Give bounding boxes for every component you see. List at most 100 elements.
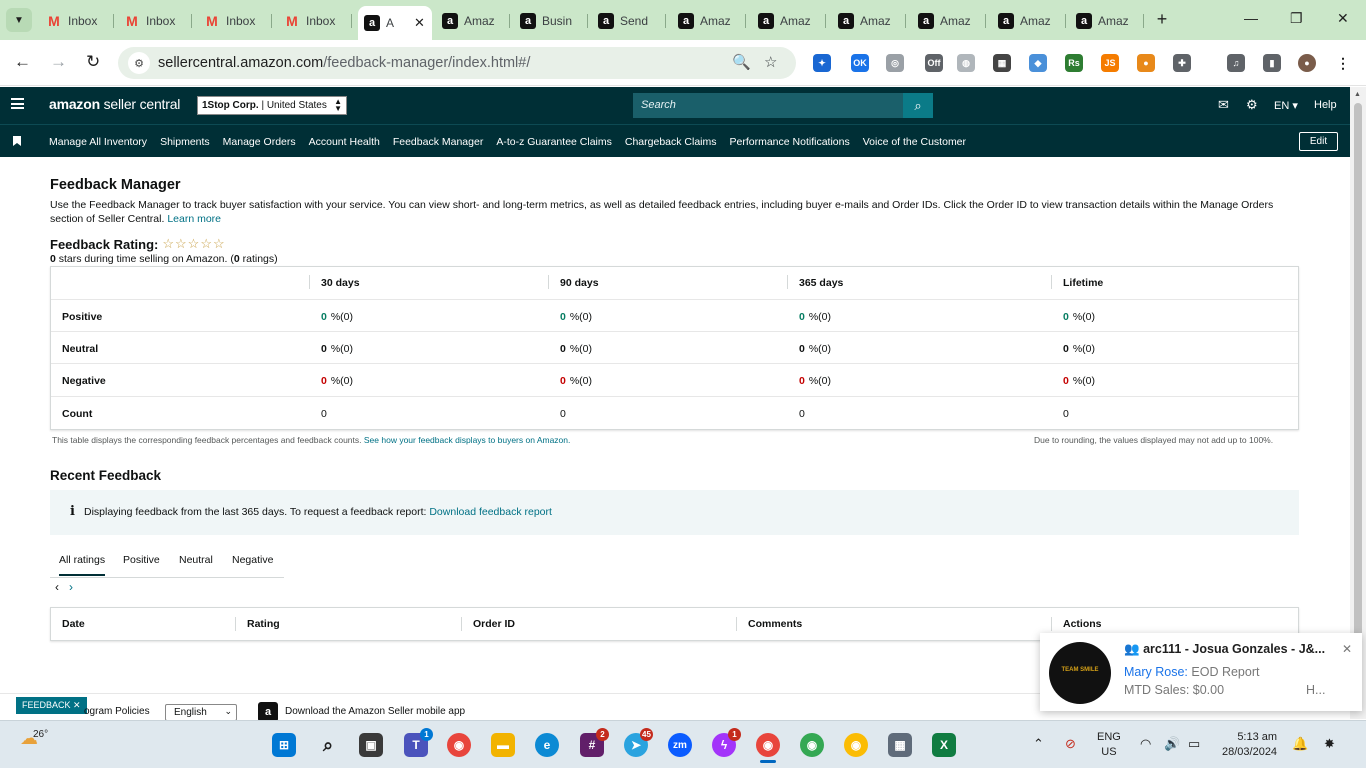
prev-page-icon[interactable]: ‹ — [55, 580, 59, 594]
media-control-icon[interactable]: ♫ — [1227, 54, 1245, 72]
mobile-app-link[interactable]: Download the Amazon Seller mobile app — [285, 706, 465, 717]
search-icon[interactable]: ⌕ — [316, 733, 340, 757]
browser-tab[interactable]: a Amaz — [992, 8, 1066, 34]
calculator-icon[interactable]: ▦ — [888, 733, 912, 757]
url-text[interactable]: sellercentral.amazon.com/feedback-manage… — [158, 55, 530, 71]
help-link[interactable]: Help — [1314, 99, 1337, 111]
edit-nav-button[interactable]: Edit — [1299, 132, 1338, 151]
mail-icon[interactable]: ✉ — [1218, 97, 1229, 113]
extensions-puzzle-icon[interactable]: ✚ — [1173, 54, 1191, 72]
browser-tab[interactable]: a Amaz — [912, 8, 986, 34]
extension-off-icon[interactable]: Off — [925, 54, 943, 72]
slack-icon[interactable]: #2 — [580, 728, 609, 757]
feedback-display-link[interactable]: See how your feedback displays to buyers… — [364, 435, 570, 445]
nav-link[interactable]: Chargeback Claims — [625, 136, 717, 148]
zoom-icon[interactable]: zm — [668, 733, 692, 757]
telegram-icon[interactable]: ➤ 45 — [624, 728, 653, 757]
learn-more-link[interactable]: Learn more — [167, 213, 221, 225]
extension-rs-icon[interactable]: Rs — [1065, 54, 1083, 72]
close-icon[interactable]: ✕ — [73, 700, 81, 710]
extension-globe-icon[interactable]: ◍ — [957, 54, 975, 72]
nav-link[interactable]: A-to-z Guarantee Claims — [496, 136, 612, 148]
seller-central-logo[interactable]: amazon seller central — [49, 96, 180, 112]
nav-link[interactable]: Voice of the Customer — [863, 136, 966, 148]
profile-avatar[interactable]: ● — [1298, 54, 1316, 72]
scroll-thumb[interactable] — [1354, 103, 1362, 703]
browser-tab[interactable]: M Inbox — [278, 8, 352, 34]
program-policies-link[interactable]: ogram Policies — [84, 706, 150, 717]
nav-link[interactable]: Manage All Inventory — [49, 136, 147, 148]
excel-icon[interactable]: X — [932, 733, 956, 757]
rating-tab[interactable]: Positive — [123, 554, 160, 566]
chrome-profile-icon[interactable]: ◉ — [756, 733, 780, 757]
browser-tab[interactable]: a Amaz — [752, 8, 826, 34]
site-info-icon[interactable]: ⚙ — [128, 52, 150, 74]
rating-tab[interactable]: All ratings — [59, 554, 106, 576]
new-tab-button[interactable]: + — [1152, 10, 1172, 30]
browser-tab[interactable]: M Inbox — [118, 8, 192, 34]
system-clock[interactable]: 5:13 am 28/03/2024 — [1222, 730, 1277, 760]
browser-tab[interactable]: a Amaz — [832, 8, 906, 34]
language-selector[interactable]: EN ▾ — [1274, 99, 1298, 112]
copilot-icon[interactable]: ✸ — [1324, 736, 1335, 752]
minimize-icon[interactable]: — — [1244, 10, 1258, 26]
extension-ok-icon[interactable]: OK — [851, 54, 869, 72]
extension-icon[interactable]: ◆ — [1029, 54, 1047, 72]
notifications-bell-icon[interactable]: 🔔 — [1292, 736, 1308, 752]
scroll-up-icon[interactable]: ▲ — [1354, 91, 1361, 98]
language-select[interactable]: English ⌄ — [165, 704, 237, 721]
show-hidden-icons[interactable]: ⌃ — [1033, 736, 1044, 752]
feedback-tab-button[interactable]: FEEDBACK ✕ — [16, 697, 87, 714]
extension-js-icon[interactable]: JS — [1101, 54, 1119, 72]
restore-icon[interactable]: ❐ — [1290, 10, 1303, 27]
messenger-icon[interactable]: ϟ1 — [712, 728, 741, 757]
close-icon[interactable]: ✕ — [1342, 642, 1352, 656]
security-icon[interactable]: ⊘ — [1065, 736, 1076, 752]
chrome-profile-a-icon[interactable]: ◉ — [800, 733, 824, 757]
browser-tab[interactable]: a Amaz — [436, 8, 510, 34]
tab-search-button[interactable]: ▼ — [6, 8, 32, 32]
battery-icon[interactable]: ▭ — [1188, 736, 1200, 752]
forward-icon[interactable]: → — [50, 52, 67, 72]
page-scrollbar[interactable]: ▲ — [1350, 87, 1366, 719]
windows-start-icon[interactable]: ⊞ — [272, 733, 296, 757]
browser-tab[interactable]: M Inbox — [40, 8, 114, 34]
hamburger-menu-icon[interactable] — [11, 98, 24, 109]
task-view-icon[interactable]: ▣ — [359, 733, 383, 757]
chrome-profile-m-icon[interactable]: ◉ — [844, 733, 868, 757]
account-switcher[interactable]: 1Stop Corp. | United States ▲ ▼ — [197, 96, 347, 115]
browser-tab[interactable]: a A ✕ — [358, 6, 432, 40]
extension-icon[interactable]: ● — [1137, 54, 1155, 72]
nav-link[interactable]: Account Health — [309, 136, 380, 148]
bookmark-star-icon[interactable]: ☆ — [764, 53, 777, 71]
back-icon[interactable]: ← — [14, 52, 31, 72]
wifi-icon[interactable]: ◠ — [1140, 736, 1151, 752]
extension-icon[interactable]: ◎ — [886, 54, 904, 72]
teams-icon[interactable]: T1 — [404, 728, 433, 757]
search-input[interactable]: Search — [633, 93, 903, 118]
chat-notification[interactable]: TEAM SMILE 👥 arc111 - Josua Gonzales - J… — [1040, 633, 1362, 711]
nav-link[interactable]: Performance Notifications — [730, 136, 850, 148]
chrome-icon[interactable]: ◉ — [447, 733, 471, 757]
input-language[interactable]: ENG US — [1097, 730, 1121, 760]
volume-icon[interactable]: 🔊 — [1164, 736, 1180, 752]
browser-tab[interactable]: a Amaz — [1070, 8, 1144, 34]
browser-tab[interactable]: a Busin — [514, 8, 588, 34]
nav-link[interactable]: Manage Orders — [223, 136, 296, 148]
extension-icon[interactable]: ✦ — [813, 54, 831, 72]
browser-tab[interactable]: a Send — [592, 8, 666, 34]
settings-gear-icon[interactable]: ⚙ — [1246, 97, 1258, 113]
edge-icon[interactable]: e — [535, 733, 559, 757]
browser-tab[interactable]: M Inbox — [198, 8, 272, 34]
extension-qr-icon[interactable]: ▦ — [993, 54, 1011, 72]
zoom-icon[interactable]: 🔍 — [732, 53, 751, 71]
rating-tab[interactable]: Neutral — [179, 554, 213, 566]
rating-tab[interactable]: Negative — [232, 554, 273, 566]
close-window-icon[interactable]: ✕ — [1337, 10, 1349, 27]
next-page-icon[interactable]: › — [69, 580, 73, 594]
browser-menu-icon[interactable]: ⋮ — [1334, 54, 1352, 72]
reload-icon[interactable]: ↻ — [86, 52, 100, 72]
close-tab-icon[interactable]: ✕ — [414, 15, 425, 31]
url-bar[interactable]: ⚙ sellercentral.amazon.com/feedback-mana… — [118, 47, 796, 79]
browser-tab[interactable]: a Amaz — [672, 8, 746, 34]
